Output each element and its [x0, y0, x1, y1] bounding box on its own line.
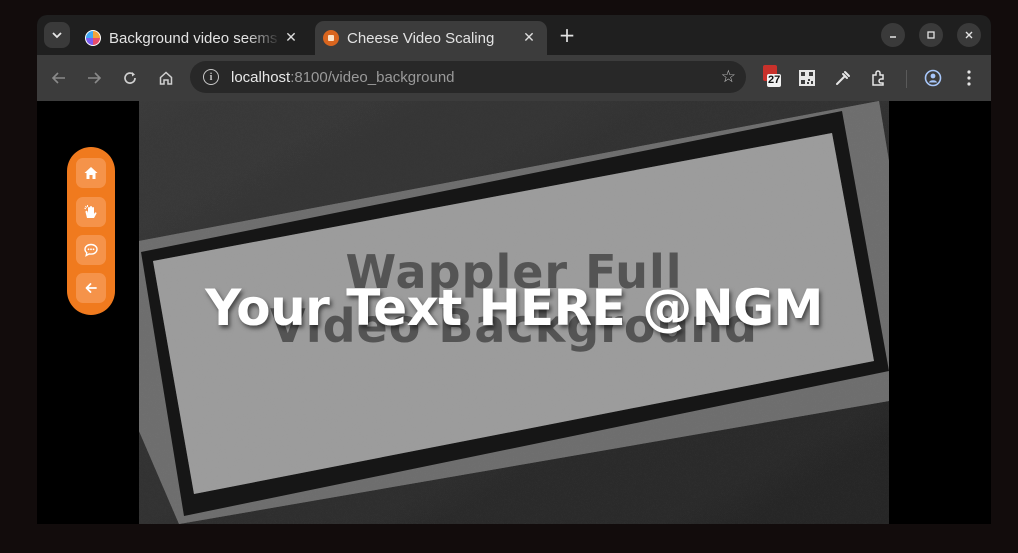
profile-button[interactable]: [922, 67, 944, 89]
tab-background-video[interactable]: Background video seems ✕: [77, 21, 309, 55]
nav-home-button[interactable]: [76, 158, 106, 188]
qr-code-icon: [799, 70, 815, 86]
calendar-extension-button[interactable]: 27: [762, 65, 784, 89]
nav-clap-button[interactable]: [76, 197, 106, 227]
close-icon[interactable]: ✕: [281, 28, 301, 48]
clapping-hands-icon: [84, 204, 97, 218]
home-button[interactable]: [155, 67, 177, 89]
tab-title: Cheese Video Scaling: [347, 29, 495, 47]
address-bar[interactable]: i localhost:8100/video_background ☆: [190, 61, 746, 93]
extension-badge: 27: [767, 74, 782, 87]
tab-title: Background video seems: [109, 29, 278, 47]
reload-icon: [124, 72, 136, 84]
eyedropper-button[interactable]: [832, 67, 854, 89]
side-nav: [67, 147, 115, 315]
tab-cheese-video-scaling[interactable]: Cheese Video Scaling ✕: [315, 21, 547, 55]
site-info-icon[interactable]: i: [203, 69, 219, 85]
qr-code-button[interactable]: [796, 67, 818, 89]
eyedropper-icon: [836, 71, 850, 85]
nav-chat-button[interactable]: [76, 235, 106, 265]
kebab-menu-icon: [967, 70, 971, 86]
url-text: localhost:8100/video_background: [231, 68, 455, 86]
browser-window: Background video seems ✕ Cheese Video Sc…: [37, 15, 991, 524]
bookmark-star-icon[interactable]: ☆: [721, 67, 736, 87]
colorful-logo-icon: [85, 30, 101, 46]
chevron-down-icon: [52, 32, 62, 39]
window-close-button[interactable]: [957, 23, 981, 47]
arrow-right-icon: [88, 72, 102, 84]
background-video: Wappler Full Video Background Your Text …: [139, 101, 889, 524]
home-icon: [84, 167, 98, 179]
forward-button[interactable]: [83, 67, 105, 89]
nav-back-button[interactable]: [76, 273, 106, 303]
tab-strip: Background video seems ✕ Cheese Video Sc…: [37, 15, 991, 55]
close-icon[interactable]: ✕: [519, 28, 539, 48]
maximize-button[interactable]: [919, 23, 943, 47]
toolbar-divider: [906, 70, 907, 88]
arrow-left-icon: [51, 72, 65, 84]
close-icon: [965, 31, 973, 39]
new-tab-button[interactable]: +: [557, 23, 577, 47]
chat-bubble-icon: [84, 243, 98, 257]
back-button[interactable]: [48, 67, 70, 89]
menu-button[interactable]: [958, 67, 980, 89]
minimize-icon: [890, 36, 896, 38]
puzzle-piece-icon: [872, 70, 884, 86]
home-icon: [159, 71, 173, 85]
extensions-button[interactable]: [868, 67, 890, 89]
minimize-button[interactable]: [881, 23, 905, 47]
arrow-left-icon: [85, 283, 97, 293]
profile-avatar-icon: [924, 69, 942, 87]
tab-search-button[interactable]: [44, 22, 70, 48]
reload-button[interactable]: [119, 67, 141, 89]
cheese-site-icon: [323, 30, 339, 46]
page-viewport: Wappler Full Video Background Your Text …: [37, 101, 991, 524]
maximize-icon: [927, 31, 935, 39]
hero-headline: Your Text HERE @NGM: [205, 279, 823, 337]
browser-toolbar: i localhost:8100/video_background ☆ 27: [37, 55, 991, 101]
